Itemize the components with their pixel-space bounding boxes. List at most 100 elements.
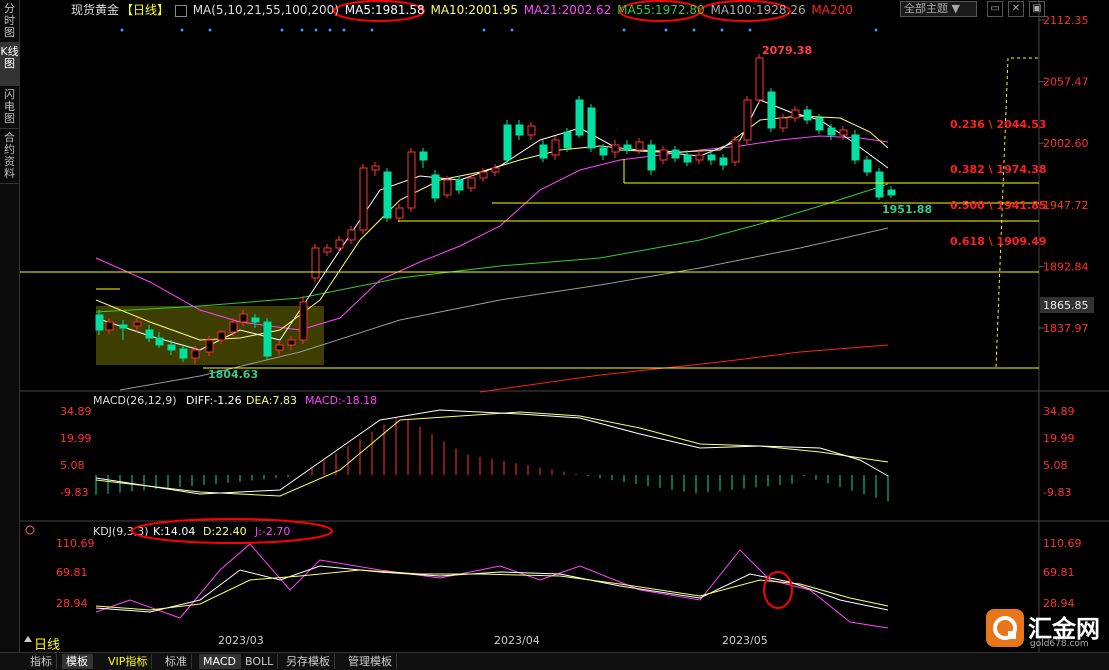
candle-body [155,337,164,346]
candle-body [719,157,728,166]
candle-body [275,344,284,351]
tab-time-sharing[interactable]: 分时图 [0,0,19,43]
candle-body [635,141,644,151]
candle-body [311,247,320,279]
macd-value: MACD:-18.18 [305,394,377,407]
consolidation-box [96,306,324,365]
signal-dot [622,28,626,32]
tab-contract-info[interactable]: 合约资料 [0,129,19,184]
theme-select[interactable]: 全部主题 ▼ [900,1,977,17]
maximize-icon[interactable]: ▣ [1029,1,1045,17]
candle-body [503,124,512,161]
candle-body [287,339,296,346]
kdj-k: K:14.04 [153,525,195,538]
candle-body [347,229,356,241]
sidebar: 分时图 K线图 闪电图 合约资料 [0,0,20,652]
kdj-j: J:-2.70 [254,525,290,538]
ma10-value: MA10:2001.95 [430,3,518,17]
tab-macd[interactable]: MACD [199,654,241,669]
macd-tick-right: 19.99 [1043,432,1075,445]
tab-kline[interactable]: K线图 [0,43,19,86]
candle-body [443,179,452,196]
candle-body [467,177,476,189]
price-tick: 1892.84 [1043,260,1089,273]
candle-body [359,167,368,231]
candle-body [105,321,114,331]
kdj-tick-left: 28.94 [56,597,88,610]
candle-body [239,313,248,323]
candle-body [695,154,704,161]
logo: 汇金网 gold678.com [986,607,1104,651]
projection-dashed [995,57,1038,369]
candle-body [551,139,560,156]
signal-dot [180,28,184,32]
signal-dot [120,28,124,32]
ma21-value: MA21:2002.62 [523,3,612,17]
signal-dot [300,28,304,32]
tab-save-template[interactable]: 另存模板 [282,654,335,669]
fib-label: 0.618 \ 1909.49 [950,235,1047,248]
current-price: 1865.85 [1043,299,1089,312]
close-icon[interactable]: ✕ [1008,1,1024,17]
tab-standard[interactable]: 标准 [161,654,192,669]
tab-manage-template[interactable]: 管理模板 [344,654,397,669]
minimize-icon[interactable]: ▭ [987,1,1003,17]
ma-icon [174,4,187,17]
ma-params: MA(5,10,21,55,100,200) [192,3,339,17]
macd-diff: DIFF:-1.26 [186,394,242,407]
tab-flash-chart[interactable]: 闪电图 [0,86,19,129]
diff-line [95,409,889,495]
kdj-settings-icon [25,525,35,535]
price-tick: 2112.35 [1043,14,1089,27]
date-label: 2023/03 [218,634,264,647]
candle-body [383,171,392,219]
candle-body [145,329,154,339]
candle-body [395,207,404,219]
signal-dot [874,28,878,32]
period-label[interactable]: 日线 [34,634,60,653]
candle-body [179,348,188,359]
candle-body [371,165,380,171]
signal-dot [328,28,332,32]
price-tick: 2002.60 [1043,137,1089,150]
candle-body [217,331,226,341]
bottom-toolbar: 指标 模板 VIP指标 标准 MACD BOLL 另存模板 管理模板 [0,652,1109,670]
signal-dot [748,28,752,32]
signal-dot [280,28,284,32]
candle-body [323,247,332,253]
candle-body [479,171,488,179]
date-label: 2023/04 [494,634,540,647]
candle-body [827,127,836,136]
macd-tick-right: -9.83 [1043,486,1071,499]
tab-vip-indicator[interactable]: VIP指标 [104,654,153,669]
candle-body [791,109,800,119]
candle-body [455,179,464,191]
price-tick: 1947.72 [1043,199,1089,212]
candle-body [263,321,272,357]
macd-tick-left: 34.89 [60,405,92,418]
tab-boll[interactable]: BOLL [241,654,279,669]
signal-dot [342,28,346,32]
signal-dot [664,28,668,32]
recent-low-label: 1951.88 [882,203,932,216]
candle-body [95,314,104,331]
candle-body [647,144,656,171]
chart-area[interactable]: 2112.35 2057.47 2002.60 1947.72 1892.84 1837.… [20,0,1109,652]
fib-label: 0.382 \ 1974.38 [950,163,1047,176]
ma21-line [95,135,889,331]
date-label: 2023/05 [722,634,768,647]
candle-body [527,125,536,136]
candle-body [539,144,548,159]
candle-body [299,301,308,341]
logo-icon [986,609,1024,647]
kline-chart[interactable]: 2112.35 2057.47 2002.60 1947.72 1892.84 1837.… [20,0,1109,652]
indicator-infobar: 现货黄金 【日线】 MA(5,10,21,55,100,200) MA5:1981… [71,1,855,17]
tab-indicator[interactable]: 指标 [26,654,57,669]
signal-dot [482,28,486,32]
signal-dot [720,28,724,32]
candle-body [587,107,596,149]
candle-body [419,151,428,161]
price-tick: 2057.47 [1043,76,1089,89]
macd-tick-left: -9.83 [60,486,88,499]
tab-template[interactable]: 模板 [62,654,93,669]
